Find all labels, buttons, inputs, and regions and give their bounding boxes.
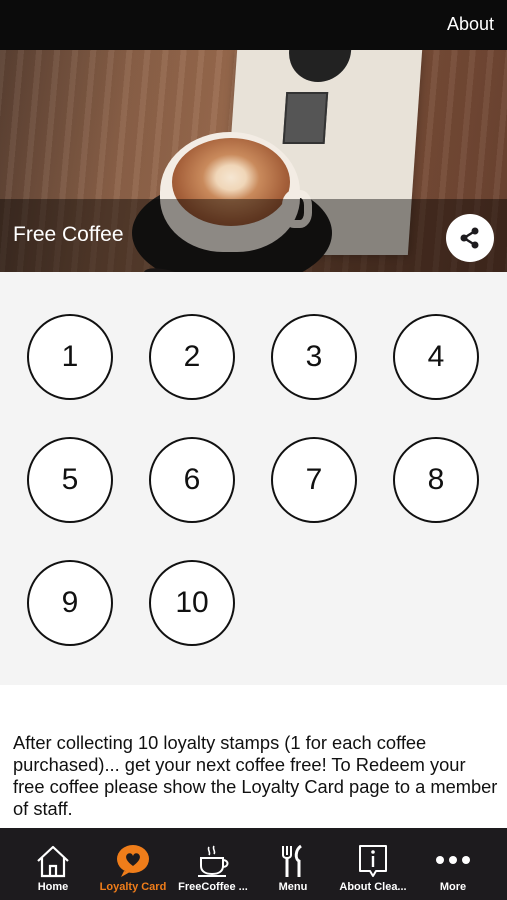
tab-free-coffee-label: FreeCoffee ... [178,881,248,893]
tab-home-label: Home [37,881,69,893]
hero-logo-circle [286,50,354,82]
tab-loyalty-card-label: Loyalty Card [99,881,167,893]
tab-menu-label: Menu [278,881,308,893]
stamp-9[interactable]: 9 [27,560,113,646]
stamp-8[interactable]: 8 [393,437,479,523]
home-icon [34,842,72,880]
tab-free-coffee[interactable]: FreeCoffee ... [173,828,253,900]
tab-loyalty-card[interactable]: Loyalty Card [93,828,173,900]
stamp-5[interactable]: 5 [27,437,113,523]
hero-banner: Free Coffee [0,50,507,272]
tab-more-label: More [439,881,467,893]
page-title: Free Coffee [13,223,124,246]
share-icon [460,227,479,249]
stamp-7[interactable]: 7 [271,437,357,523]
tab-about[interactable]: About Clea... [333,828,413,900]
stamp-6[interactable]: 6 [149,437,235,523]
stamp-2[interactable]: 2 [149,314,235,400]
stamp-3[interactable]: 3 [271,314,357,400]
about-link[interactable]: About [447,14,494,35]
info-icon [354,842,392,880]
fork-knife-icon [274,842,312,880]
stamp-10[interactable]: 10 [149,560,235,646]
tab-home[interactable]: Home [13,828,93,900]
loyalty-description: After collecting 10 loyalty stamps (1 fo… [13,732,498,819]
more-dots-icon [434,842,472,880]
coffee-cup-icon [194,842,232,880]
share-button[interactable] [446,214,494,262]
heart-bubble-icon [114,842,152,880]
tab-more[interactable]: More [413,828,493,900]
hero-box-sign [282,92,329,144]
top-bar: About [0,0,507,50]
stamp-grid: 1 2 3 4 5 6 7 8 9 10 [0,272,507,685]
stamp-1[interactable]: 1 [27,314,113,400]
tab-about-label: About Clea... [339,881,407,893]
tab-bar: Home Loyalty Card FreeCoffee ... Menu Ab… [0,828,507,900]
stamp-4[interactable]: 4 [393,314,479,400]
tab-menu[interactable]: Menu [253,828,333,900]
